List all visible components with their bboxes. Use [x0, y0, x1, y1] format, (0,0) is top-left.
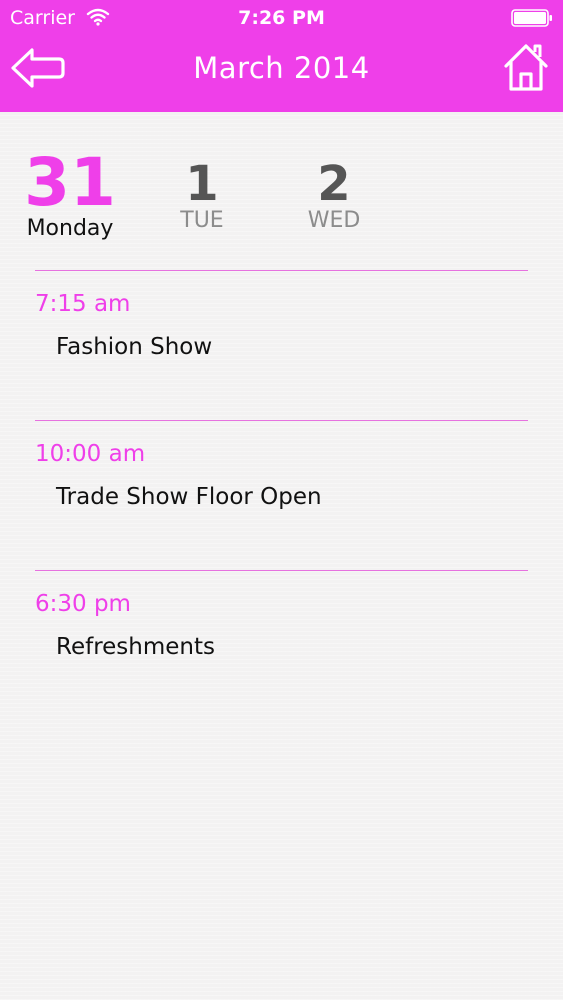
- day-tab[interactable]: 2 WED: [294, 160, 374, 233]
- day-selector: 31 Monday 1 TUE 2 WED: [0, 150, 563, 250]
- event-item[interactable]: 10:00 am Trade Show Floor Open: [35, 420, 528, 570]
- day-tab-selected[interactable]: 31 Monday: [20, 144, 120, 242]
- event-title: Refreshments: [56, 634, 215, 660]
- event-title: Trade Show Floor Open: [56, 484, 322, 510]
- day-tab[interactable]: 1 TUE: [162, 160, 242, 233]
- page-title: March 2014: [193, 51, 370, 85]
- event-item[interactable]: 6:30 pm Refreshments: [35, 570, 528, 720]
- day-number: 31: [24, 144, 116, 221]
- home-icon: [504, 44, 548, 91]
- event-item[interactable]: 7:15 am Fashion Show: [35, 270, 528, 420]
- home-button[interactable]: [503, 42, 549, 92]
- day-number: 1: [185, 156, 219, 212]
- event-time: 7:15 am: [35, 291, 131, 317]
- status-time: 7:26 PM: [238, 7, 325, 29]
- day-name: TUE: [180, 208, 224, 233]
- navigation-bar: March 2014: [0, 36, 563, 112]
- battery-icon: [511, 9, 552, 27]
- app-screen: Carrier 7:26 PM March 2014 31 Monday 1 T…: [0, 0, 563, 1000]
- day-number: 2: [317, 156, 351, 212]
- day-name: Monday: [26, 216, 114, 241]
- top-bar: Carrier 7:26 PM March 2014: [0, 0, 563, 112]
- day-name: WED: [307, 208, 361, 233]
- status-bar: Carrier 7:26 PM: [0, 0, 563, 36]
- event-list: 7:15 am Fashion Show 10:00 am Trade Show…: [35, 270, 528, 720]
- event-time: 6:30 pm: [35, 591, 131, 617]
- event-time: 10:00 am: [35, 441, 146, 467]
- event-title: Fashion Show: [56, 334, 213, 360]
